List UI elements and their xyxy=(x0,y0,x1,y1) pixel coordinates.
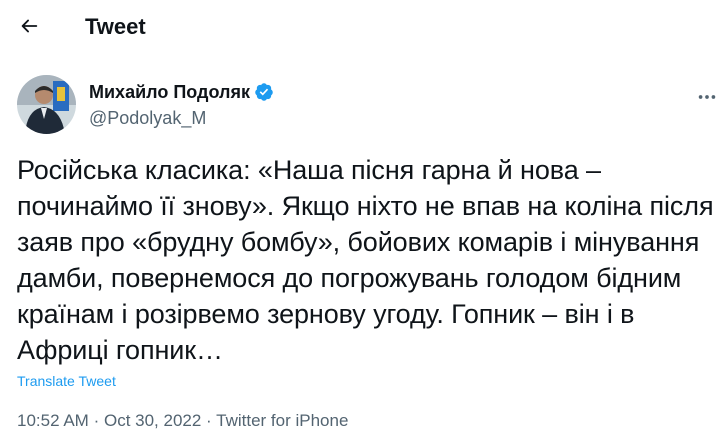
user-handle[interactable]: @Podolyak_M xyxy=(89,107,206,129)
avatar[interactable] xyxy=(17,75,76,134)
translate-tweet-link[interactable]: Translate Tweet xyxy=(17,372,116,390)
page-title: Tweet xyxy=(85,14,146,39)
tweet-metadata: 10:52 AM · Oct 30, 2022 · Twitter for iP… xyxy=(17,410,348,432)
header: Tweet xyxy=(0,0,728,54)
tweet-author: Михайло Подоляк @Podolyak_M xyxy=(0,66,728,136)
tweet-text: Російська класика: «Наша пісня гарна й н… xyxy=(17,155,714,365)
back-button[interactable] xyxy=(12,9,46,43)
verified-badge-icon xyxy=(255,83,273,101)
more-button[interactable] xyxy=(690,80,724,114)
meta-separator: · xyxy=(206,411,212,430)
display-name-row[interactable]: Михайло Подоляк xyxy=(89,81,274,103)
tweet-source[interactable]: Twitter for iPhone xyxy=(216,411,348,430)
meta-separator: · xyxy=(93,411,100,430)
tweet-date[interactable]: Oct 30, 2022 xyxy=(104,411,201,430)
tweet-page: Tweet Михайло Подоляк @Podolyak_M Російс… xyxy=(0,0,728,438)
display-name: Михайло Подоляк xyxy=(89,82,250,102)
tweet-time[interactable]: 10:52 AM xyxy=(17,411,89,430)
arrow-left-icon xyxy=(21,19,38,33)
more-horizontal-icon xyxy=(698,95,716,99)
